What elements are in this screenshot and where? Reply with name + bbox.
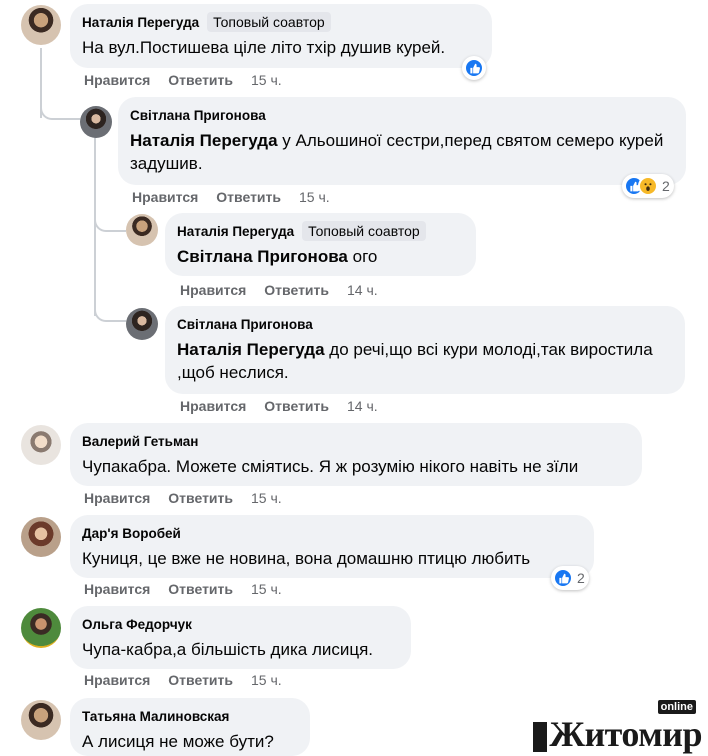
reply-button[interactable]: Ответить: [168, 672, 233, 688]
like-button[interactable]: Нравится: [180, 398, 246, 414]
comment-bubble: Наталія Перегуда Топовый соавтор Світлан…: [165, 213, 476, 276]
mention-link[interactable]: Світлана Пригонова: [177, 247, 348, 266]
reply-button[interactable]: Ответить: [216, 189, 281, 205]
comment-text: Наталія Перегуда у Альошиної сестри,пере…: [130, 131, 664, 173]
reaction-count: 2: [577, 570, 585, 586]
reply-button[interactable]: Ответить: [264, 282, 329, 298]
thread-curve: [40, 60, 80, 120]
avatar[interactable]: [21, 5, 61, 45]
site-watermark: Житомир online: [533, 700, 702, 754]
watermark-online-tag: online: [657, 700, 696, 714]
reaction-summary[interactable]: 2: [551, 566, 589, 590]
wow-reaction-icon: [638, 176, 658, 196]
comment-bubble: Світлана Пригонова Наталія Перегуда у Ал…: [118, 97, 686, 185]
comment-actions: Нравится Ответить 15 ч.: [84, 672, 282, 688]
watermark-text: Житомир: [549, 714, 702, 754]
comment-text: На вул.Постишева ціле літо тхір душив ку…: [82, 38, 446, 57]
comment-text: Куниця, це вже не новина, вона домашню п…: [82, 549, 531, 568]
like-button[interactable]: Нравится: [132, 189, 198, 205]
reaction-count: 2: [662, 178, 670, 194]
comment-text: Наталія Перегуда до речі,що всі кури мол…: [177, 340, 653, 382]
thread-curve: [94, 210, 126, 232]
comment-timestamp[interactable]: 15 ч.: [251, 672, 282, 688]
avatar[interactable]: [21, 517, 61, 557]
like-button[interactable]: Нравится: [84, 72, 150, 88]
comment-author[interactable]: Дар'я Воробей: [82, 526, 181, 541]
like-button[interactable]: Нравится: [84, 581, 150, 597]
comment-author[interactable]: Валерий Гетьман: [82, 434, 198, 449]
reply-button[interactable]: Ответить: [264, 398, 329, 414]
comment-bubble: Татьяна Малиновская А лисиця не може бут…: [70, 698, 310, 756]
comment-timestamp[interactable]: 15 ч.: [251, 72, 282, 88]
comment-author[interactable]: Світлана Пригонова: [130, 108, 266, 123]
comment-actions: Нравится Ответить 15 ч.: [132, 189, 330, 205]
comment-author[interactable]: Ольга Федорчук: [82, 617, 192, 632]
like-reaction-icon: [464, 58, 484, 78]
comment-author[interactable]: Наталія Перегуда: [177, 224, 294, 239]
watermark-mark: [533, 722, 548, 752]
comment-text: Чупа-кабра,а більшість дика лисиця.: [82, 640, 374, 659]
top-contributor-badge: Топовый соавтор: [207, 12, 331, 32]
avatar[interactable]: [126, 214, 158, 246]
comment-timestamp[interactable]: 15 ч.: [251, 581, 282, 597]
like-button[interactable]: Нравится: [84, 672, 150, 688]
avatar[interactable]: [21, 700, 61, 740]
comment-actions: Нравится Ответить 15 ч.: [84, 490, 282, 506]
comment-bubble: Валерий Гетьман Чупакабра. Можете сміяти…: [70, 423, 642, 486]
comment-bubble: Наталія Перегуда Топовый соавтор На вул.…: [70, 4, 492, 68]
reply-button[interactable]: Ответить: [168, 490, 233, 506]
comment-text: Чупакабра. Можете сміятись. Я ж розумію …: [82, 457, 579, 476]
reply-button[interactable]: Ответить: [168, 581, 233, 597]
reaction-summary[interactable]: 2: [622, 174, 674, 198]
reaction-summary[interactable]: [462, 56, 486, 80]
like-button[interactable]: Нравится: [180, 282, 246, 298]
comment-timestamp[interactable]: 14 ч.: [347, 398, 378, 414]
comment-actions: Нравится Ответить 14 ч.: [180, 398, 378, 414]
comment-timestamp[interactable]: 14 ч.: [347, 282, 378, 298]
comment-bubble: Світлана Пригонова Наталія Перегуда до р…: [165, 306, 685, 394]
comment-bubble: Ольга Федорчук Чупа-кабра,а більшість ди…: [70, 606, 411, 669]
avatar[interactable]: [21, 425, 61, 465]
comment-text: Світлана Пригонова ого: [177, 247, 378, 266]
comment-actions: Нравится Ответить 15 ч.: [84, 581, 282, 597]
mention-link[interactable]: Наталія Перегуда: [130, 131, 278, 150]
comment-actions: Нравится Ответить 15 ч.: [84, 72, 282, 88]
top-contributor-badge: Топовый соавтор: [302, 221, 426, 241]
mention-link[interactable]: Наталія Перегуда: [177, 340, 325, 359]
comment-actions: Нравится Ответить 14 ч.: [180, 282, 378, 298]
comment-text: А лисиця не може бути?: [82, 732, 274, 751]
reply-button[interactable]: Ответить: [168, 72, 233, 88]
comment-timestamp[interactable]: 15 ч.: [251, 490, 282, 506]
comment-author[interactable]: Наталія Перегуда: [82, 15, 199, 30]
avatar[interactable]: [126, 308, 158, 340]
comment-timestamp[interactable]: 15 ч.: [299, 189, 330, 205]
like-button[interactable]: Нравится: [84, 490, 150, 506]
thread-curve: [94, 300, 126, 322]
like-reaction-icon: [553, 568, 573, 588]
avatar[interactable]: [21, 608, 61, 648]
comment-bubble: Дар'я Воробей Куниця, це вже не новина, …: [70, 515, 594, 578]
comment-author[interactable]: Татьяна Малиновская: [82, 709, 229, 724]
avatar[interactable]: [80, 106, 112, 138]
comment-author[interactable]: Світлана Пригонова: [177, 317, 313, 332]
